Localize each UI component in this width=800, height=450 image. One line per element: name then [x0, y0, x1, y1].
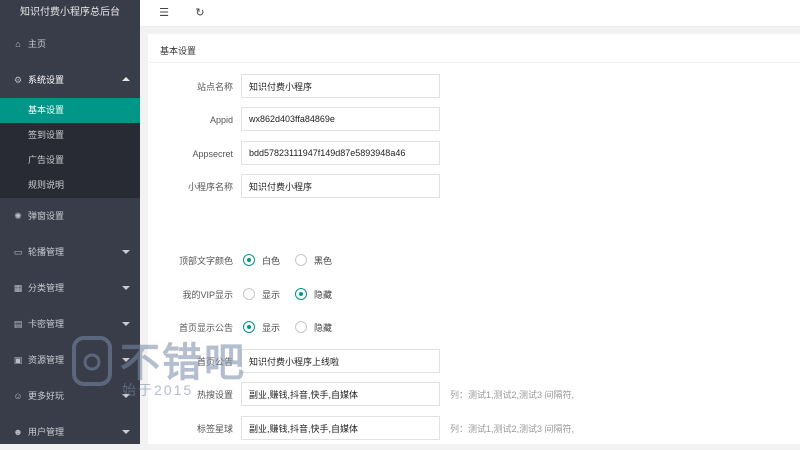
- nav-item-popup-settings[interactable]: ✺ 弹窗设置: [0, 198, 140, 234]
- top-text-color-label: 顶部文字颜色: [178, 256, 233, 266]
- form-row-home-notice: 首页显示公告 显示 隐藏: [148, 315, 800, 341]
- appid-label: Appid: [209, 115, 233, 125]
- brand-title: 知识付费小程序总后台: [0, 0, 140, 26]
- sidebar-item-ad-settings[interactable]: 广告设置: [0, 148, 140, 173]
- nav-label: 卡密管理: [28, 319, 65, 329]
- resource-icon: ▣: [13, 355, 23, 365]
- radio-dot: [243, 288, 255, 300]
- appsecret-input[interactable]: [241, 141, 440, 165]
- divider: [148, 62, 800, 63]
- hot-search-hint: 列：测试1,测试2,测试3 间隔符,: [450, 390, 575, 400]
- panel-title: 基本设置: [160, 46, 197, 56]
- home-icon: ⌂: [15, 39, 21, 49]
- radio-label: 隐藏: [314, 323, 333, 333]
- radio-dot: [243, 254, 255, 266]
- chevron-down-icon: [122, 430, 130, 434]
- form-row-top-text-color: 顶部文字颜色 白色 黑色: [148, 248, 800, 274]
- settings-panel: 基本设置 站点名称 Appid Appsecret 小程序名称 顶部文字颜色 白…: [148, 34, 800, 444]
- site-name-label: 站点名称: [196, 82, 233, 92]
- sidebar-item-basic-settings[interactable]: 基本设置: [0, 98, 140, 123]
- site-name-input[interactable]: [241, 74, 440, 98]
- radio-dot: [295, 288, 307, 300]
- appsecret-label: Appsecret: [192, 149, 233, 159]
- notice-input[interactable]: [241, 349, 440, 373]
- nav-item-user[interactable]: ☻ 用户管理: [0, 414, 140, 450]
- radio-label: 隐藏: [314, 290, 333, 300]
- form-row-site-name: 站点名称: [148, 74, 800, 100]
- hot-search-label: 热搜设置: [196, 390, 233, 400]
- radio-label: 显示: [262, 323, 281, 333]
- tag-input[interactable]: [241, 416, 440, 440]
- hot-search-input[interactable]: [241, 382, 440, 406]
- nav-label: 轮播管理: [28, 247, 65, 257]
- form-row-my-vip: 我的VIP显示 显示 隐藏: [148, 282, 800, 308]
- nav-item-category[interactable]: ▦ 分类管理: [0, 270, 140, 306]
- tag-label: 标签星球: [196, 424, 233, 434]
- nav-label: 用户管理: [28, 427, 65, 437]
- my-vip-label: 我的VIP显示: [182, 290, 233, 300]
- tag-hint: 列：测试1,测试2,测试3 间隔符,: [450, 424, 575, 434]
- form-row-appid: Appid: [148, 107, 800, 133]
- chevron-down-icon: [122, 250, 130, 254]
- form-row-tags: 标签星球 列：测试1,测试2,测试3 间隔符,: [148, 416, 800, 442]
- nav-label: 主页: [28, 39, 47, 49]
- radio-label: 显示: [262, 290, 281, 300]
- nav-label: 弹窗设置: [28, 211, 65, 221]
- category-icon: ▦: [13, 283, 23, 293]
- nav-label: 更多好玩: [28, 391, 65, 401]
- chevron-down-icon: [122, 394, 130, 398]
- gear-icon: ⚙: [13, 75, 23, 85]
- nav-label: 系统设置: [28, 75, 65, 85]
- chevron-down-icon: [122, 286, 130, 290]
- chevron-down-icon: [122, 358, 130, 362]
- radio-label: 白色: [262, 256, 281, 266]
- form-row-appsecret: Appsecret: [148, 141, 800, 167]
- nav-item-carousel[interactable]: ▭ 轮播管理: [0, 234, 140, 270]
- form-row-miniprogram-name: 小程序名称: [148, 174, 800, 200]
- nav-item-home[interactable]: ⌂ 主页: [0, 26, 140, 62]
- carousel-icon: ▭: [13, 247, 23, 257]
- home-notice-label: 首页显示公告: [178, 323, 233, 333]
- nav-item-system-settings[interactable]: ⚙ 系统设置: [0, 62, 140, 98]
- sidebar-item-checkin-settings[interactable]: 签到设置: [0, 123, 140, 148]
- form-row-notice: 首页公告: [148, 349, 800, 375]
- radio-dot: [243, 321, 255, 333]
- appid-input[interactable]: [241, 107, 440, 131]
- sidebar: 知识付费小程序总后台 ⌂ 主页 ⚙ 系统设置 基本设置 签到设置 广告设置 规则…: [0, 0, 140, 444]
- card-icon: ▤: [13, 319, 23, 329]
- radio-label: 黑色: [314, 256, 333, 266]
- miniprogram-name-input[interactable]: [241, 174, 440, 198]
- system-submenu: 基本设置 签到设置 广告设置 规则说明: [0, 98, 140, 198]
- radio-dot: [295, 321, 307, 333]
- form-row-hot-search: 热搜设置 列：测试1,测试2,测试3 间隔符,: [148, 382, 800, 408]
- radio-dot: [295, 254, 307, 266]
- notice-label: 首页公告: [196, 357, 233, 367]
- nav-label: 分类管理: [28, 283, 65, 293]
- refresh-icon[interactable]: ↻: [191, 4, 209, 22]
- popup-icon: ✺: [14, 211, 22, 221]
- nav-item-more-fun[interactable]: ☺ 更多好玩: [0, 378, 140, 414]
- chevron-up-icon: [122, 77, 130, 81]
- miniprogram-name-label: 小程序名称: [187, 182, 233, 192]
- nav-item-resource[interactable]: ▣ 资源管理: [0, 342, 140, 378]
- sidebar-item-rules[interactable]: 规则说明: [0, 173, 140, 198]
- user-icon: ☻: [13, 427, 23, 437]
- nav-item-card[interactable]: ▤ 卡密管理: [0, 306, 140, 342]
- fun-icon: ☺: [13, 391, 23, 401]
- chevron-down-icon: [122, 322, 130, 326]
- nav-label: 资源管理: [28, 355, 65, 365]
- menu-toggle-icon[interactable]: ☰: [155, 4, 173, 22]
- top-toolbar: ☰ ↻: [140, 0, 800, 27]
